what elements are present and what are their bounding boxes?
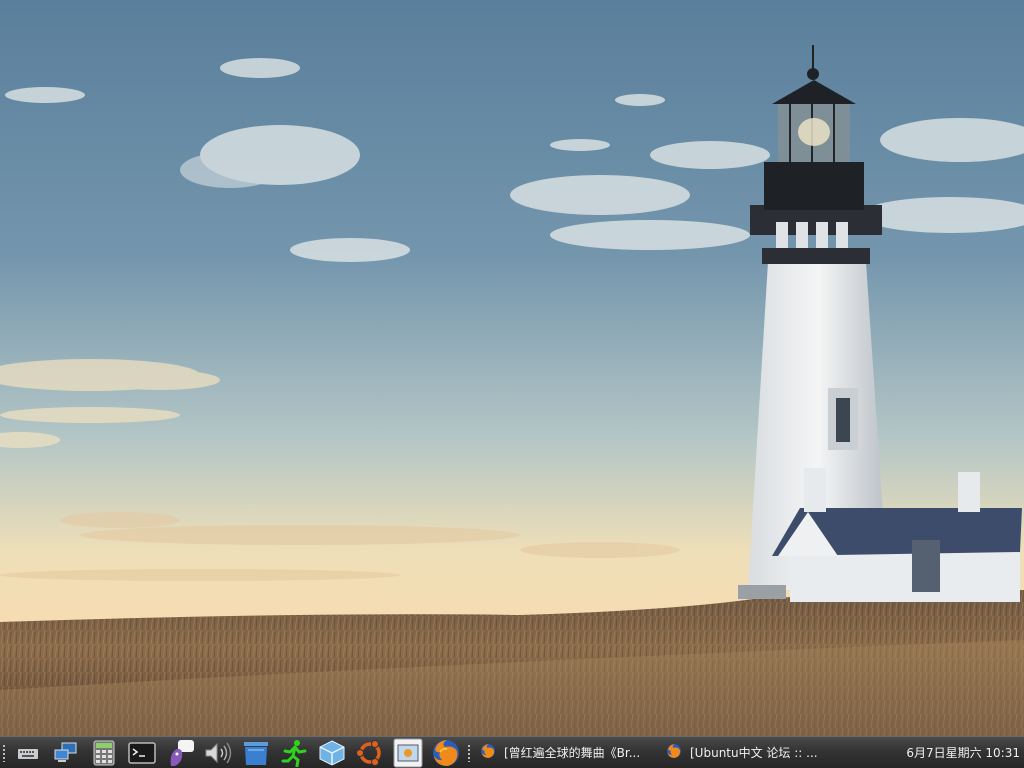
firefox-icon — [666, 743, 682, 762]
volume-icon[interactable] — [203, 738, 233, 768]
task-label: [曾红遍全球的舞曲《Br... — [504, 746, 641, 760]
taskbar-task-firefox-2[interactable]: [Ubuntu中文 论坛 :: ... — [660, 740, 838, 766]
taskbar-task-firefox-1[interactable]: [曾红遍全球的舞曲《Br... — [474, 740, 660, 766]
ubuntu-icon[interactable] — [355, 738, 385, 768]
firefox-icon[interactable] — [431, 738, 461, 768]
screenshot-icon[interactable] — [393, 738, 423, 768]
virtualbox-icon[interactable] — [317, 738, 347, 768]
taskbar-separator-grip[interactable] — [467, 743, 471, 762]
task-label: [Ubuntu中文 论坛 :: ... — [690, 746, 818, 760]
taskbar: [曾红遍全球的舞曲《Br... [Ubuntu中文 论坛 :: ... 6月7日… — [0, 736, 1024, 768]
calculator-icon[interactable] — [89, 738, 119, 768]
desktop-wallpaper — [0, 0, 1024, 736]
taskbar-grip[interactable] — [2, 743, 6, 762]
taskbar-clock[interactable]: 6月7日星期六 10:31 — [906, 744, 1024, 761]
desktop[interactable]: [曾红遍全球的舞曲《Br... [Ubuntu中文 论坛 :: ... 6月7日… — [0, 0, 1024, 768]
network-icon[interactable] — [51, 738, 81, 768]
trash-icon[interactable] — [241, 738, 271, 768]
firefox-icon — [480, 743, 496, 762]
terminal-icon[interactable] — [127, 738, 157, 768]
running-man-icon[interactable] — [279, 738, 309, 768]
pidgin-icon[interactable] — [165, 738, 195, 768]
keyboard-icon[interactable] — [13, 738, 43, 768]
